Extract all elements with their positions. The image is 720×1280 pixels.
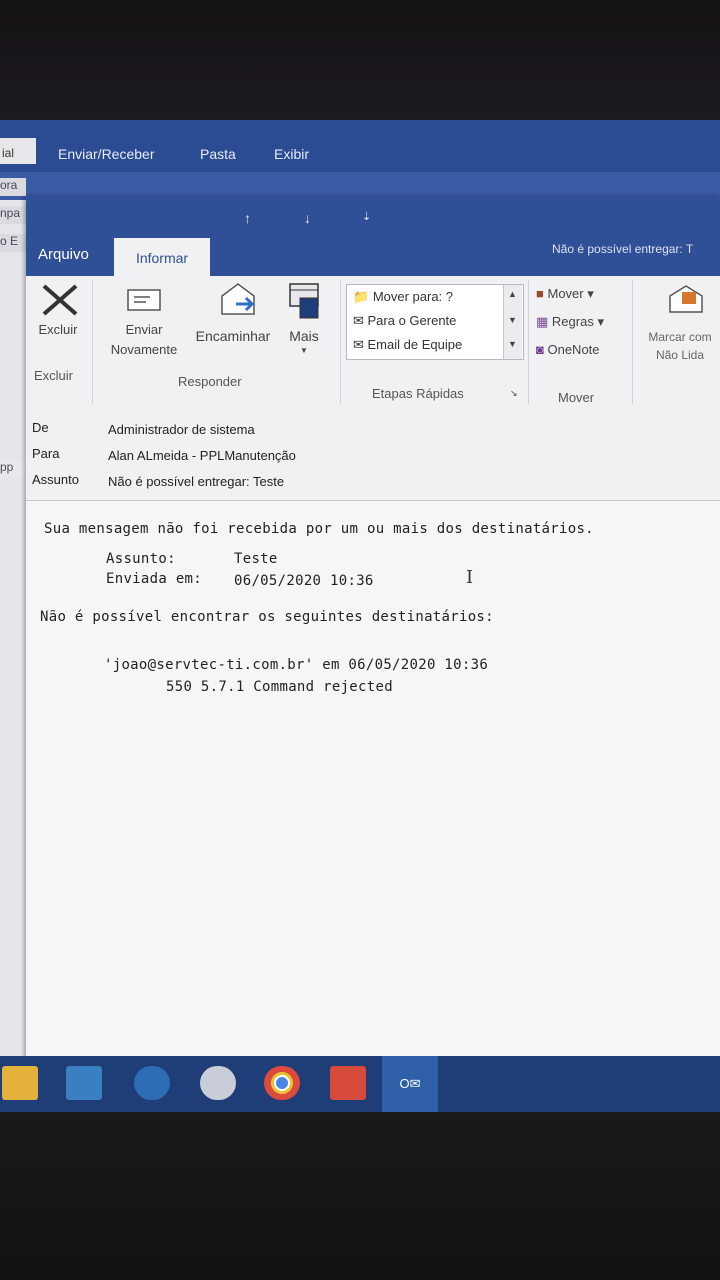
mail-icon[interactable] [66, 1066, 102, 1100]
group-label-quick-steps: Etapas Rápidas [372, 386, 464, 401]
body-error-line: 550 5.7.1 Command rejected [166, 679, 393, 695]
body-subject-value: Teste [234, 551, 278, 567]
mark-unread-line2[interactable]: Não Lida [640, 348, 720, 362]
from-label: De [32, 420, 49, 435]
tab-file[interactable]: Arquivo [38, 246, 89, 263]
rules-icon: ▦ [536, 314, 549, 329]
body-sent-key: Enviada em: [106, 571, 203, 587]
expand-gallery-icon[interactable]: ▼ [508, 339, 517, 349]
rules-button[interactable]: ▦ Regras ▾ [536, 314, 604, 330]
message-window: ↑ ↓ ⇣ Não é possível entregar: T Arquivo… [26, 196, 720, 1112]
text-cursor-icon: I [466, 567, 474, 588]
onenote-icon: ◙ [536, 342, 544, 357]
outlook-icon[interactable]: O✉ [382, 1056, 438, 1112]
move-icon: ■ [536, 286, 544, 301]
group-label-delete: Excluir [34, 368, 74, 383]
next-item-icon[interactable]: ↓ [304, 210, 311, 226]
quick-step-team-email[interactable]: ✉ Email de Equipe [353, 337, 462, 353]
body-recipient-address: 'joao@servtec-ti.com.br' em 06/05/2020 1… [104, 657, 489, 673]
left-fragment: npa [0, 206, 26, 224]
main-tab-send-receive[interactable]: Enviar/Receber [58, 146, 155, 162]
chrome-icon[interactable] [264, 1066, 300, 1100]
resend-button-line1[interactable]: Enviar [112, 322, 176, 337]
delete-button[interactable]: Excluir [30, 322, 86, 337]
resend-icon [127, 289, 161, 311]
subject-label: Assunto [32, 472, 79, 487]
quick-steps-gallery: 📁 Mover para: ? ✉ Para o Gerente ✉ Email… [346, 284, 524, 360]
main-window-ribbon-tabs: ial Enviar/Receber Pasta Exibir [0, 120, 720, 172]
to-value[interactable]: Alan ALmeida - PPLManutenção [108, 448, 296, 463]
quick-access-toolbar: ↑ ↓ ⇣ [26, 196, 720, 240]
tab-message[interactable]: Informar [114, 238, 210, 278]
left-fragment: o E [0, 234, 26, 252]
message-header: De Administrador de sistema Para Alan AL… [26, 412, 720, 498]
body-subject-key: Assunto: [106, 551, 176, 567]
customize-qat-icon[interactable]: ⇣ [362, 210, 371, 223]
message-body[interactable]: Sua mensagem não foi recebida por um ou … [26, 500, 720, 1112]
mark-unread-line1[interactable]: Marcar com [640, 330, 720, 344]
outlook-icon-label: O✉ [399, 1076, 421, 1091]
group-separator [632, 280, 633, 404]
chevron-down-icon[interactable]: ▼ [296, 346, 312, 355]
network-icon[interactable] [134, 1066, 170, 1100]
body-recipients-line: Não é possível encontrar os seguintes de… [40, 609, 494, 625]
mark-unread-icon [669, 285, 703, 313]
delete-icon [42, 284, 78, 316]
group-separator [528, 280, 529, 404]
left-fragment: pp [0, 460, 26, 478]
previous-item-icon[interactable]: ↑ [244, 210, 251, 226]
body-sent-value: 06/05/2020 10:36 [234, 573, 374, 589]
group-separator [340, 280, 341, 404]
to-label: Para [32, 446, 60, 461]
ribbon: Excluir Excluir Enviar Novamente Encamin… [26, 276, 720, 413]
scroll-up-icon[interactable]: ▲ [508, 289, 517, 299]
window-title: Não é possível entregar: T [552, 242, 694, 256]
quick-step-move-to[interactable]: 📁 Mover para: ? [353, 289, 453, 305]
main-tab-folder[interactable]: Pasta [200, 146, 236, 162]
monitor-bezel-bottom [0, 1112, 720, 1280]
body-intro-line: Sua mensagem não foi recebida por um ou … [44, 521, 594, 537]
scroll-down-icon[interactable]: ▼ [508, 315, 517, 325]
from-value[interactable]: Administrador de sistema [108, 422, 255, 437]
forward-icon [221, 283, 255, 315]
main-tab-view[interactable]: Exibir [274, 146, 309, 162]
cloud-icon[interactable] [200, 1066, 236, 1100]
quick-steps-scrollbar[interactable]: ▲ ▼ ▼ [503, 285, 522, 359]
group-label-respond: Responder [178, 374, 242, 389]
main-tab-home[interactable]: ial [0, 138, 36, 164]
left-fragment: ora [0, 178, 26, 196]
move-button[interactable]: ■ Mover ▾ [536, 286, 594, 302]
taskbar: O✉ [0, 1056, 720, 1112]
group-label-move: Mover [558, 390, 595, 405]
forward-button[interactable]: Encaminhar [188, 328, 278, 344]
group-separator [92, 280, 93, 404]
more-respond-button[interactable]: Mais [284, 328, 324, 344]
onenote-button[interactable]: ◙ OneNote [536, 342, 600, 357]
dialog-launcher-icon[interactable]: ↘ [510, 388, 518, 399]
more-respond-icon [289, 283, 319, 319]
monitor-bezel-top [0, 0, 720, 120]
resend-button-line2[interactable]: Novamente [98, 342, 190, 357]
file-explorer-icon[interactable] [2, 1066, 38, 1100]
quick-step-to-manager[interactable]: ✉ Para o Gerente [353, 313, 456, 329]
subject-value: Não é possível entregar: Teste [108, 474, 285, 489]
remote-desktop-icon[interactable] [330, 1066, 366, 1100]
screen: ial Enviar/Receber Pasta Exibir ora npa … [0, 120, 720, 1112]
